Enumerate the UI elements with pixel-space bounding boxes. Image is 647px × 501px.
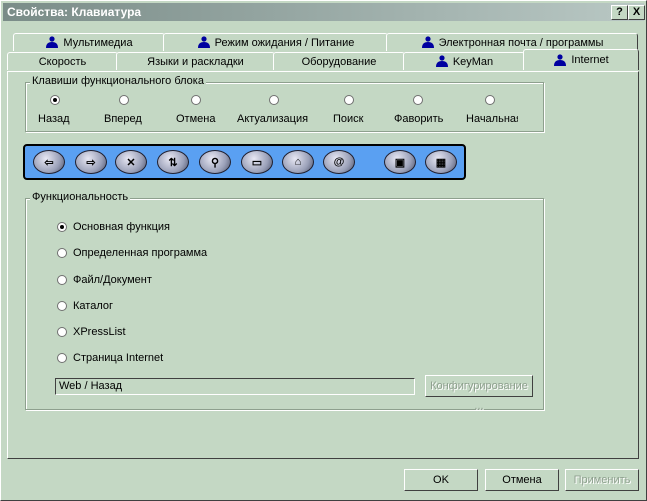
close-button[interactable]: X (628, 5, 645, 20)
tab-languages-layouts[interactable]: Языки и раскладки (116, 52, 275, 70)
radio-favorites[interactable] (413, 95, 423, 105)
radio-refresh[interactable] (269, 95, 279, 105)
tab-internet[interactable]: Internet (523, 49, 639, 70)
user-icon (45, 36, 59, 49)
mail-key-icon[interactable]: @ (323, 150, 355, 174)
tab-hardware[interactable]: Оборудование (273, 52, 405, 70)
cancel-button[interactable]: Отмена (485, 469, 559, 491)
radio-label: Поиск (333, 113, 364, 125)
configure-button[interactable]: Конфигурирование ... (425, 375, 533, 412)
apply-button[interactable]: Применить (565, 469, 639, 491)
radio-internet-page[interactable] (57, 353, 67, 363)
tab-label: Скорость (38, 55, 87, 68)
ok-button[interactable]: OK (404, 469, 478, 491)
home-key-icon[interactable]: ⌂ (282, 150, 314, 174)
tab-label: Internet (571, 54, 609, 66)
keyboard-key-strip: ⇦ ⇨ ✕ ⇅ ⚲ ▭ ⌂ @ ▣ ▦ (23, 144, 466, 180)
radio-label: Актуализация (237, 113, 309, 125)
tab-speed[interactable]: Скорость (7, 52, 118, 70)
group-title: Функциональность (30, 191, 131, 203)
radio-label: Назад (38, 113, 70, 125)
stop-key-icon[interactable]: ✕ (115, 150, 147, 174)
function-value-field[interactable]: Web / Назад (55, 378, 415, 395)
radio-label: Фаворить (394, 113, 444, 125)
tab-multimedia[interactable]: Мультимедиа (13, 33, 165, 51)
dialog-window: Свойства: Клавиатура ? X Мультимедиа Реж… (0, 0, 647, 501)
user-icon (435, 55, 449, 68)
radio-label: Вперед (104, 113, 142, 125)
computer-key-icon[interactable]: ▣ (384, 150, 416, 174)
calculator-key-icon[interactable]: ▦ (425, 150, 457, 174)
tab-label: Электронная почта / программы (438, 36, 604, 49)
tab-label: Мультимедиа (63, 36, 133, 49)
forward-key-icon[interactable]: ⇨ (75, 150, 107, 174)
favorites-key-icon[interactable]: ▭ (241, 150, 273, 174)
user-icon (197, 36, 211, 49)
help-button[interactable]: ? (611, 5, 628, 20)
radio-home[interactable] (485, 95, 495, 105)
tab-label: Режим ожидания / Питание (214, 36, 355, 49)
radio-label: Страница Internet (73, 352, 164, 364)
radio-label: Файл/Документ (73, 274, 152, 286)
search-key-icon[interactable]: ⚲ (199, 150, 231, 174)
tab-label: KeyMan (452, 55, 494, 68)
radio-label: Начальная (466, 113, 518, 125)
user-icon (421, 36, 435, 49)
radio-label: Отмена (176, 113, 216, 125)
radio-specific-program[interactable] (57, 248, 67, 258)
radio-file-document[interactable] (57, 275, 67, 285)
radio-label: Основная функция (73, 221, 171, 233)
radio-catalog[interactable] (57, 301, 67, 311)
user-icon (553, 53, 567, 67)
radio-search[interactable] (344, 95, 354, 105)
radio-forward[interactable] (119, 95, 129, 105)
radio-back[interactable] (50, 95, 60, 105)
tab-standby-power[interactable]: Режим ожидания / Питание (163, 33, 388, 51)
radio-cancel[interactable] (191, 95, 201, 105)
radio-label: Каталог (73, 300, 113, 312)
window-title: Свойства: Клавиатура (7, 5, 142, 19)
group-title: Клавиши функционального блока (30, 75, 206, 87)
radio-xpresslist[interactable] (57, 327, 67, 337)
tab-label: Языки и раскладки (147, 55, 244, 68)
tab-label: Оборудование (301, 55, 377, 68)
title-bar: Свойства: Клавиатура ? X (3, 3, 645, 21)
refresh-key-icon[interactable]: ⇅ (157, 150, 189, 174)
radio-label: Определенная программа (73, 247, 208, 259)
back-key-icon[interactable]: ⇦ (33, 150, 65, 174)
radio-label: XPressList (73, 326, 126, 338)
tab-keyman[interactable]: KeyMan (403, 52, 525, 70)
radio-main-function[interactable] (57, 222, 67, 232)
